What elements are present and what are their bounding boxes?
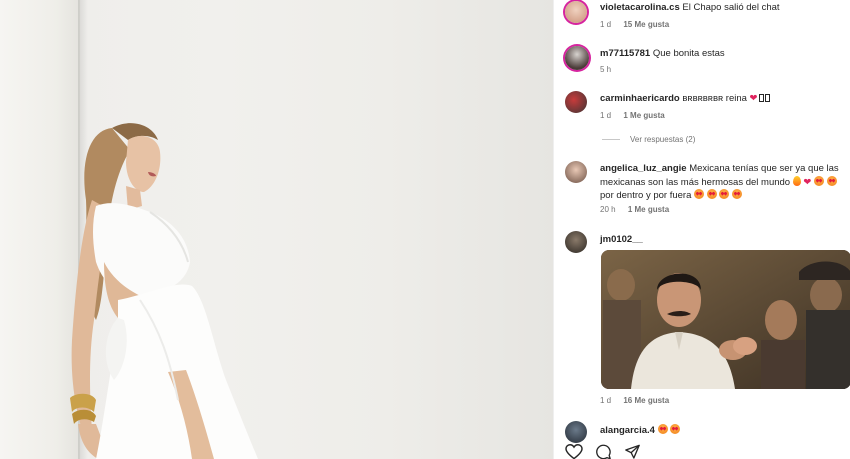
avatar[interactable] bbox=[565, 1, 587, 23]
heart-emoji-icon: ❤ bbox=[749, 93, 758, 104]
comment-time: 1 d bbox=[600, 20, 612, 29]
avatar[interactable] bbox=[565, 421, 587, 443]
comment-text: Que bonita estas bbox=[652, 48, 725, 59]
comment-username[interactable]: m77115781 bbox=[600, 48, 650, 59]
comment-likes[interactable]: 1 Me gusta bbox=[628, 205, 669, 214]
avatar[interactable] bbox=[565, 231, 587, 253]
comment-time: 20 h bbox=[600, 205, 616, 214]
comment-meta: 5 h bbox=[600, 65, 621, 74]
heart-eyes-emoji-icon bbox=[670, 424, 681, 434]
heart-eyes-emoji-icon bbox=[826, 175, 837, 186]
comment-time: 5 h bbox=[600, 65, 612, 74]
woman-in-white-dress-illustration bbox=[70, 123, 258, 459]
comment-username[interactable]: violetacarolina.cs bbox=[600, 2, 680, 13]
post-actions-bar bbox=[565, 444, 641, 459]
comment-likes[interactable]: 15 Me gusta bbox=[623, 20, 669, 29]
heart-eyes-emoji-icon bbox=[813, 175, 824, 186]
heart-emoji-icon: ❤ bbox=[803, 176, 812, 188]
heart-icon[interactable] bbox=[565, 444, 583, 459]
post-photo bbox=[0, 0, 553, 459]
comment-text-tail: por dentro y por fuera bbox=[600, 190, 692, 201]
comment-time: 1 d bbox=[600, 111, 612, 120]
comment-text: ʙʀʙʀʙʀʙʀ reina bbox=[682, 93, 747, 104]
comment-meta: 20 h 1 Me gusta bbox=[600, 205, 679, 214]
avatar[interactable] bbox=[565, 46, 589, 70]
comment-meta: 1 d 1 Me gusta bbox=[600, 111, 675, 120]
comment-likes[interactable]: 16 Me gusta bbox=[623, 396, 669, 405]
comment-time: 1 d bbox=[600, 396, 612, 405]
comment-icon[interactable] bbox=[595, 444, 612, 459]
comment-likes[interactable]: 1 Me gusta bbox=[623, 111, 664, 120]
comment-username[interactable]: jm0102__ bbox=[600, 234, 643, 245]
comment-username[interactable]: alangarcia.4 bbox=[600, 425, 655, 436]
heart-eyes-emoji-icon bbox=[694, 189, 704, 199]
comment-username[interactable]: carminhaericardo bbox=[600, 93, 680, 104]
comment-text: El Chapo salió del chat bbox=[682, 2, 780, 13]
heart-eyes-emoji-icon bbox=[706, 189, 717, 199]
comments-panel[interactable]: violetacarolina.cs El Chapo salió del ch… bbox=[553, 0, 850, 459]
view-replies-button[interactable]: Ver respuestas (2) bbox=[602, 135, 695, 144]
fire-emoji-icon bbox=[792, 175, 801, 186]
heart-eyes-emoji-icon bbox=[731, 189, 742, 199]
comment-username[interactable]: angelica_luz_angie bbox=[600, 163, 687, 174]
comment-meta: 1 d 15 Me gusta bbox=[600, 20, 679, 29]
share-icon[interactable] bbox=[624, 444, 641, 459]
avatar[interactable] bbox=[565, 91, 587, 113]
heart-eyes-emoji-icon bbox=[719, 189, 730, 199]
avatar[interactable] bbox=[565, 161, 587, 183]
heart-eyes-emoji-icon bbox=[657, 424, 668, 434]
comment-meta: 1 d 16 Me gusta bbox=[600, 396, 679, 405]
gif-scene-illustration bbox=[601, 250, 850, 389]
comment-gif[interactable] bbox=[601, 250, 850, 389]
